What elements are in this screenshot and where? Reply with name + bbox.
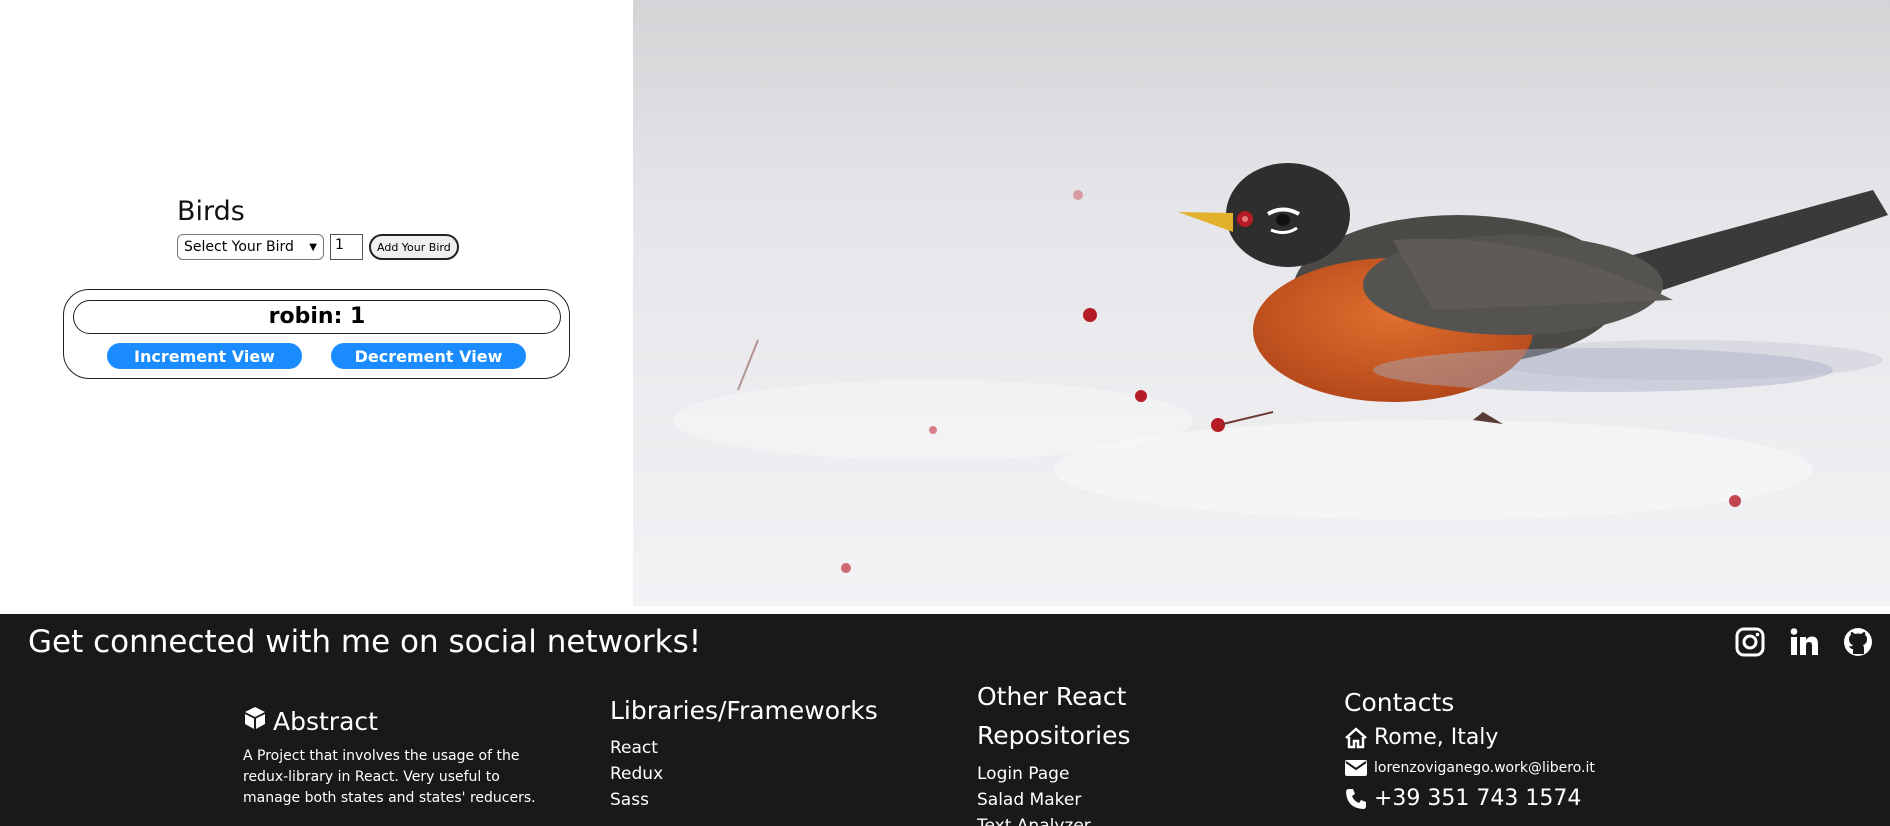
bird-select[interactable]: Select Your Bird ▼ — [177, 234, 324, 260]
chevron-down-icon: ▼ — [309, 241, 317, 253]
envelope-icon — [1344, 758, 1368, 778]
quantity-input[interactable]: 1 — [330, 234, 363, 260]
home-icon — [1344, 726, 1368, 750]
email-text[interactable]: lorenzoviganego.work@libero.it — [1374, 760, 1595, 776]
footer-headline: Get connected with me on social networks… — [28, 624, 702, 660]
phone-text[interactable]: +39 351 743 1574 — [1374, 786, 1581, 811]
bird-count-label: robin: 1 — [73, 300, 561, 334]
repos-list: Login Page Salad Maker Text Analyzer — [977, 761, 1177, 826]
contacts-column: Contacts Rome, Italy lorenzoviganego.wor… — [1344, 688, 1595, 811]
abstract-heading: Abstract — [243, 706, 563, 736]
robin-photo — [633, 0, 1890, 606]
repos-title: Other React Repositories — [977, 682, 1131, 750]
main-section: Birds Select Your Bird ▼ 1 Add Your Bird… — [0, 0, 1890, 607]
bird-card: robin: 1 Increment View Decrement View — [63, 289, 570, 379]
abstract-column: Abstract A Project that involves the usa… — [243, 706, 563, 809]
section-divider — [0, 607, 1890, 614]
libraries-column: Libraries/Frameworks React Redux Sass — [610, 696, 878, 813]
libraries-title: Libraries/Frameworks — [610, 696, 878, 725]
birds-title: Birds — [177, 196, 245, 227]
repo-link[interactable]: Salad Maker — [977, 787, 1177, 813]
contact-email: lorenzoviganego.work@libero.it — [1344, 758, 1595, 778]
birds-panel: Birds Select Your Bird ▼ 1 Add Your Bird… — [0, 0, 633, 607]
social-links — [1734, 626, 1874, 658]
repo-link[interactable]: Text Analyzer — [977, 813, 1177, 826]
add-bird-button[interactable]: Add Your Bird — [369, 234, 459, 260]
cube-icon — [243, 706, 267, 736]
contact-phone: +39 351 743 1574 — [1344, 786, 1595, 811]
linkedin-icon[interactable] — [1788, 626, 1820, 658]
decrement-view-button[interactable]: Decrement View — [331, 343, 526, 369]
library-item: Redux — [610, 764, 664, 784]
library-item: React — [610, 738, 658, 758]
contacts-title: Contacts — [1344, 688, 1455, 717]
bird-controls: Select Your Bird ▼ 1 Add Your Bird — [177, 234, 459, 260]
phone-icon — [1344, 787, 1368, 811]
repo-link[interactable]: Login Page — [977, 761, 1177, 787]
increment-view-button[interactable]: Increment View — [107, 343, 302, 369]
libraries-list: React Redux Sass — [610, 735, 878, 813]
bird-select-value: Select Your Bird — [184, 239, 294, 255]
abstract-title: Abstract — [273, 706, 378, 736]
footer: Get connected with me on social networks… — [0, 614, 1890, 826]
robin-illustration — [633, 0, 1890, 606]
contact-location: Rome, Italy — [1344, 725, 1595, 750]
instagram-icon[interactable] — [1734, 626, 1766, 658]
abstract-text: A Project that involves the usage of the… — [243, 748, 536, 806]
repos-column: Other React Repositories Login Page Sala… — [977, 677, 1177, 826]
library-item: Sass — [610, 790, 649, 810]
github-icon[interactable] — [1842, 626, 1874, 658]
location-text: Rome, Italy — [1374, 725, 1499, 750]
